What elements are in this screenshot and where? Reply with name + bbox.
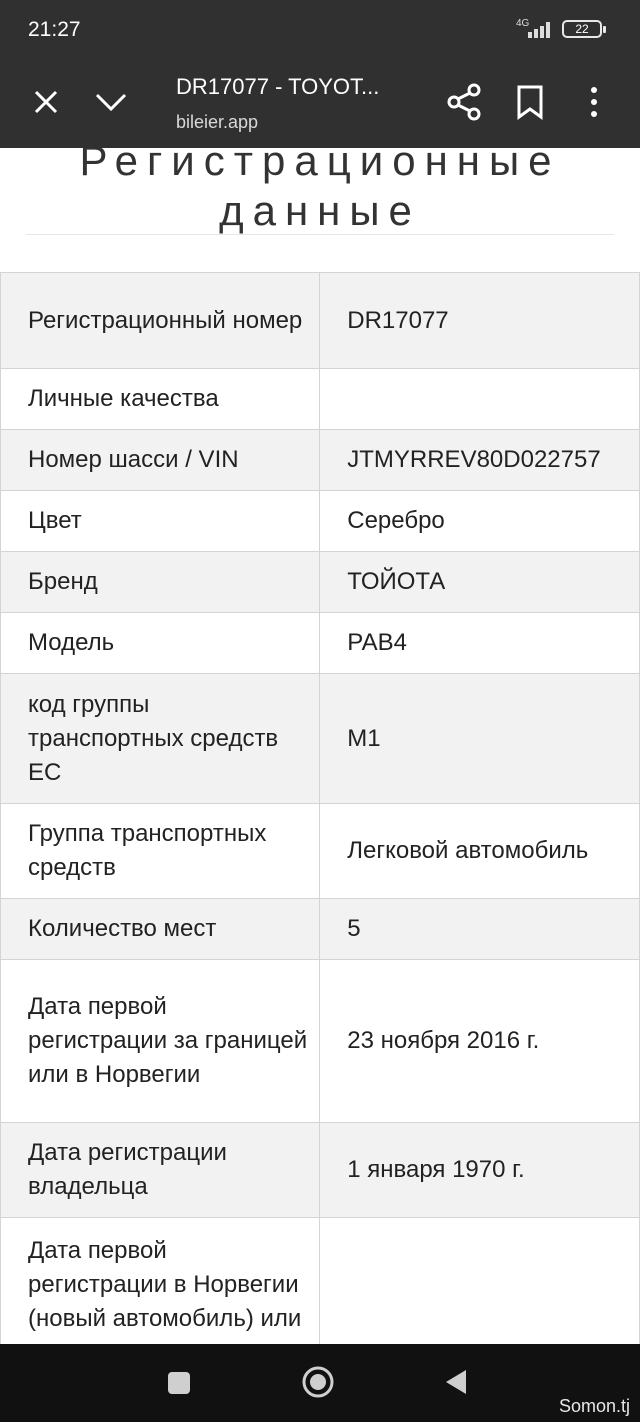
table-row: Бренд ТОЙОТА xyxy=(0,551,640,613)
table-row: Личные качества xyxy=(0,368,640,430)
table-row: Дата первой регистрации в Норвегии (новы… xyxy=(0,1217,640,1344)
table-row: Группа транспортных средств Легковой авт… xyxy=(0,803,640,899)
battery-icon: 22 xyxy=(562,20,602,38)
row-label: Бренд xyxy=(0,551,321,613)
page-content: Регистрационные данные Регистрационный н… xyxy=(0,148,640,1344)
close-icon[interactable] xyxy=(26,82,66,122)
row-value: 23 ноября 2016 г. xyxy=(319,959,640,1123)
page-title: DR17077 - TOYOT... xyxy=(176,74,380,99)
more-vert-icon[interactable] xyxy=(574,82,614,122)
section-heading: Регистрационные данные xyxy=(0,148,640,236)
table-row: Регистрационный номер DR17077 xyxy=(0,272,640,369)
row-value: 5 xyxy=(319,898,640,960)
battery-level: 22 xyxy=(575,22,589,36)
table-row: Модель РАВ4 xyxy=(0,612,640,674)
row-label: Дата первой регистрации в Норвегии (новы… xyxy=(0,1217,321,1344)
bookmark-icon[interactable] xyxy=(510,82,550,122)
heading-line-1: Регистрационные xyxy=(79,148,561,184)
table-row: Количество мест 5 xyxy=(0,898,640,960)
row-label: Регистрационный номер xyxy=(0,272,321,369)
heading-divider xyxy=(26,234,614,235)
row-label: Количество мест xyxy=(0,898,321,960)
registration-table: Регистрационный номер DR17077 Личные кач… xyxy=(0,272,640,1344)
recents-square-icon[interactable] xyxy=(164,1368,194,1398)
status-bar: 21:27 4G 22 xyxy=(0,0,640,60)
heading-line-2: данные xyxy=(219,187,421,234)
row-label: Группа транспортных средств xyxy=(0,803,321,899)
row-label: код группы транспортных средств ЕС xyxy=(0,673,321,804)
row-label: Личные качества xyxy=(0,368,321,430)
row-label: Дата регистрации владельца xyxy=(0,1122,321,1218)
row-value xyxy=(319,1217,640,1344)
table-row: Номер шасси / VIN JTMYRREV80D022757 xyxy=(0,429,640,491)
back-triangle-icon[interactable] xyxy=(440,1366,472,1398)
row-value: РАВ4 xyxy=(319,612,640,674)
battery-tip xyxy=(603,26,606,33)
signal-icon xyxy=(528,22,550,38)
chevron-down-icon[interactable] xyxy=(91,82,131,122)
status-time: 21:27 xyxy=(28,18,81,41)
row-value: DR17077 xyxy=(319,272,640,369)
table-row: Дата первой регистрации за границей или … xyxy=(0,959,640,1123)
table-row: Дата регистрации владельца 1 января 1970… xyxy=(0,1122,640,1218)
row-label: Модель xyxy=(0,612,321,674)
row-value: ТОЙОТА xyxy=(319,551,640,613)
row-value xyxy=(319,368,640,430)
table-row: Цвет Серебро xyxy=(0,490,640,552)
page-url: bileier.app xyxy=(176,112,259,132)
row-value: Легковой автомобиль xyxy=(319,803,640,899)
row-label: Цвет xyxy=(0,490,321,552)
row-label: Номер шасси / VIN xyxy=(0,429,321,491)
watermark-text: Somon.tj xyxy=(558,1396,630,1416)
row-label: Дата первой регистрации за границей или … xyxy=(0,959,321,1123)
row-value: JTMYRREV80D022757 xyxy=(319,429,640,491)
table-row: код группы транспортных средств ЕС M1 xyxy=(0,673,640,804)
row-value: 1 января 1970 г. xyxy=(319,1122,640,1218)
share-icon[interactable] xyxy=(444,82,484,122)
row-value: M1 xyxy=(319,673,640,804)
row-value: Серебро xyxy=(319,490,640,552)
browser-toolbar: DR17077 - TOYOT... bileier.app xyxy=(0,60,640,148)
system-nav-bar xyxy=(0,1344,640,1422)
home-circle-icon[interactable] xyxy=(300,1364,336,1400)
